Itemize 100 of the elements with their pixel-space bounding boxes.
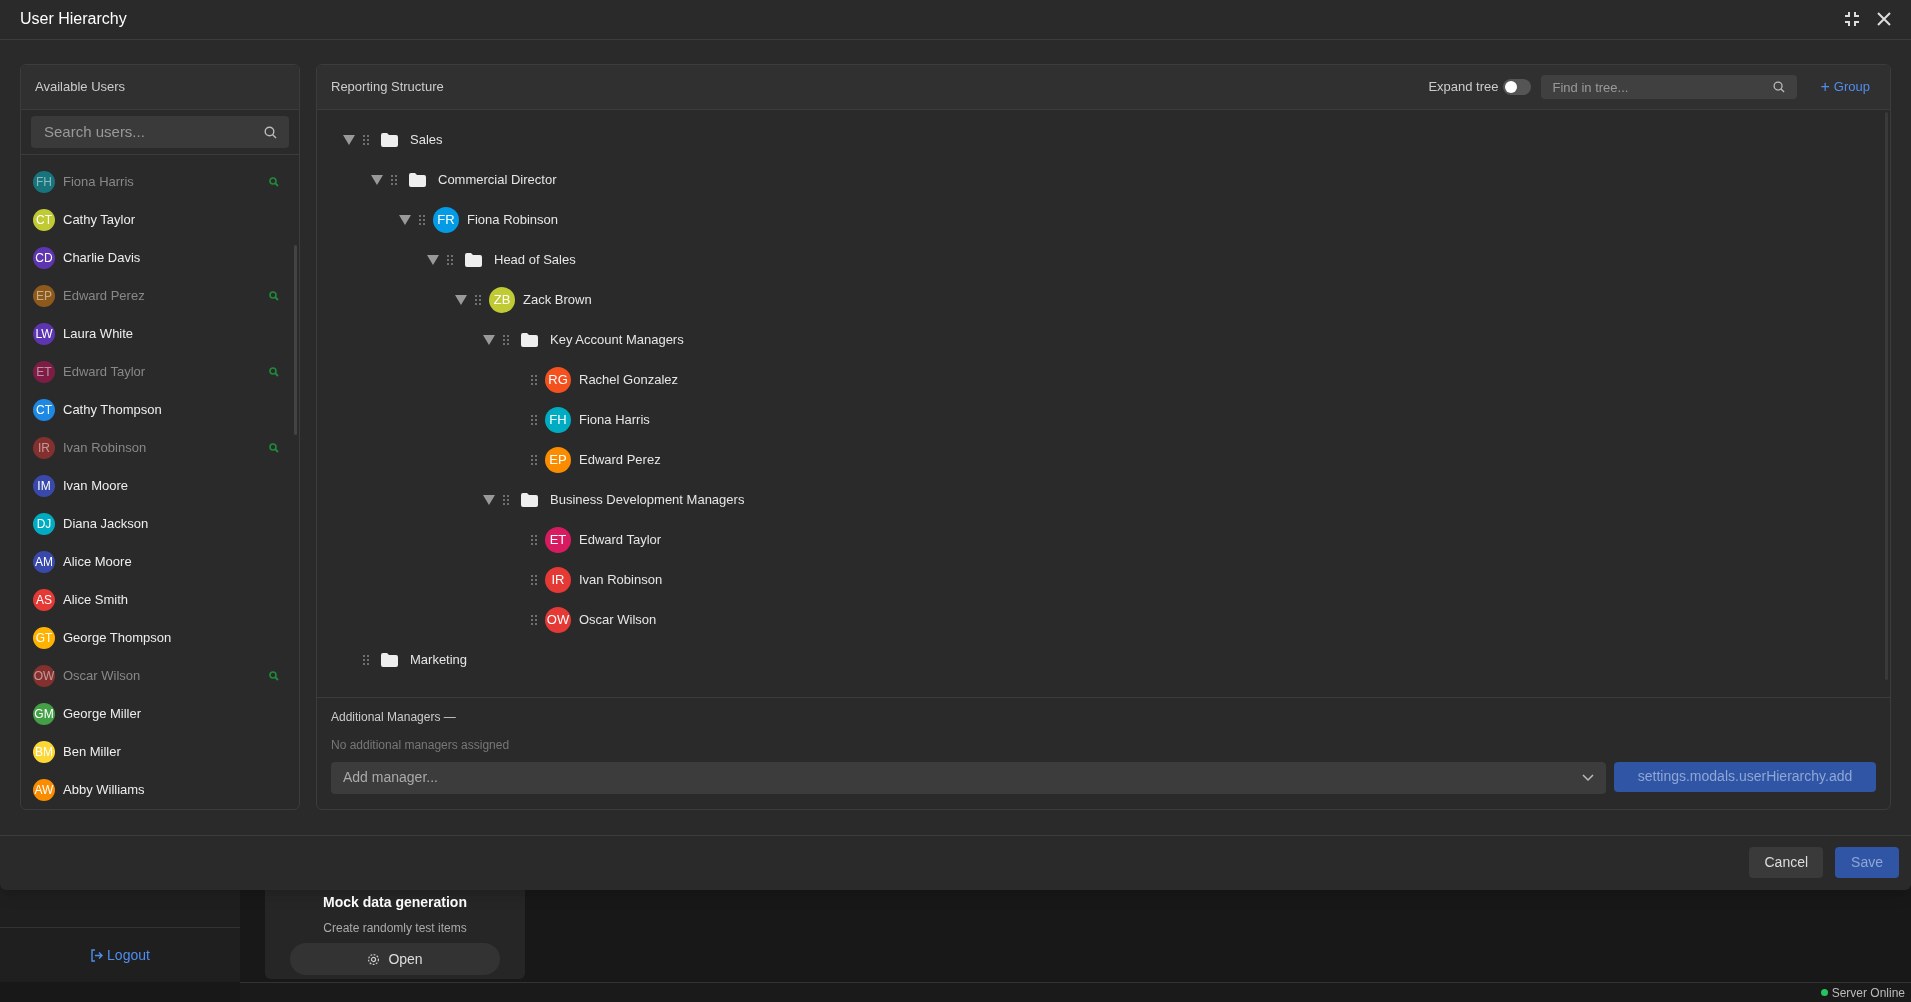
add-group-button[interactable]: + Group bbox=[1820, 77, 1870, 97]
user-item[interactable]: FH Fiona Harris bbox=[33, 162, 279, 201]
drag-handle-icon[interactable] bbox=[503, 334, 509, 345]
drag-handle-icon[interactable] bbox=[531, 574, 537, 585]
user-name[interactable]: Edward Perez bbox=[579, 450, 661, 470]
cancel-button[interactable]: Cancel bbox=[1749, 847, 1824, 879]
user-item[interactable]: OW Oscar Wilson bbox=[33, 656, 279, 695]
user-item[interactable]: CD Charlie Davis bbox=[33, 238, 279, 277]
avatar: BM bbox=[33, 740, 55, 763]
user-item[interactable]: CT Cathy Thompson bbox=[33, 390, 279, 429]
search-field[interactable]: Search users... bbox=[31, 115, 289, 148]
manager-select[interactable]: Add manager... bbox=[331, 761, 1606, 794]
user-item[interactable]: IR Ivan Robinson bbox=[33, 428, 279, 467]
user-item[interactable]: GT George Thompson bbox=[33, 618, 279, 657]
drag-handle-icon[interactable] bbox=[531, 414, 537, 425]
close-icon[interactable] bbox=[1877, 12, 1891, 27]
user-name: Ben Miller bbox=[63, 743, 122, 762]
avatar: ET bbox=[33, 360, 55, 383]
panel-title: Available Users bbox=[35, 78, 126, 97]
folder-icon bbox=[465, 252, 482, 267]
drag-handle-icon[interactable] bbox=[419, 214, 425, 225]
user-name: Abby Williams bbox=[63, 781, 146, 800]
find-field[interactable]: Find in tree... bbox=[1540, 75, 1797, 100]
group-name[interactable]: Key Account Managers bbox=[550, 330, 684, 350]
logout-icon bbox=[90, 948, 104, 962]
user-name: Ivan Robinson bbox=[63, 439, 148, 458]
user-item[interactable]: AS Alice Smith bbox=[33, 580, 279, 619]
caret-down-icon[interactable] bbox=[343, 134, 355, 145]
avatar: FR bbox=[433, 206, 459, 233]
drag-handle-icon[interactable] bbox=[531, 454, 537, 465]
avatar: DJ bbox=[33, 512, 55, 535]
logout-link[interactable]: Logout bbox=[90, 944, 150, 966]
user-name: Diana Jackson bbox=[63, 515, 150, 534]
caret-down-icon[interactable] bbox=[455, 294, 467, 305]
user-name[interactable]: Edward Taylor bbox=[579, 530, 662, 550]
user-item[interactable]: AW Abby Williams bbox=[33, 770, 279, 809]
status-text: Server Online bbox=[1831, 984, 1905, 1002]
group-name[interactable]: Commercial Director bbox=[438, 170, 557, 190]
user-item[interactable]: CT Cathy Taylor bbox=[33, 200, 279, 239]
caret-down-icon[interactable] bbox=[371, 174, 383, 185]
locate-icon[interactable] bbox=[269, 176, 279, 187]
user-item[interactable]: EP Edward Perez bbox=[33, 276, 279, 315]
panel-title: Reporting Structure bbox=[331, 78, 445, 97]
caret-down-icon[interactable] bbox=[483, 494, 495, 505]
user-item[interactable]: GM George Miller bbox=[33, 694, 279, 733]
locate-icon[interactable] bbox=[269, 670, 279, 681]
avatar: IR bbox=[545, 566, 571, 593]
avatar: IM bbox=[33, 474, 55, 497]
open-button[interactable]: Open bbox=[290, 943, 500, 975]
drag-handle-icon[interactable] bbox=[447, 254, 453, 265]
drag-handle-icon[interactable] bbox=[531, 374, 537, 385]
user-item[interactable]: IM Ivan Moore bbox=[33, 466, 279, 505]
folder-icon bbox=[381, 652, 398, 667]
user-name[interactable]: Zack Brown bbox=[523, 290, 592, 310]
user-name[interactable]: Fiona Robinson bbox=[467, 210, 559, 230]
caret-down-icon[interactable] bbox=[427, 254, 439, 265]
folder-icon bbox=[381, 132, 398, 147]
locate-icon[interactable] bbox=[269, 366, 279, 377]
avatar: ZB bbox=[489, 286, 515, 313]
chevron-down-icon bbox=[1582, 773, 1594, 782]
folder-icon bbox=[521, 332, 538, 347]
user-name[interactable]: Ivan Robinson bbox=[579, 570, 663, 590]
drag-handle-icon[interactable] bbox=[503, 494, 509, 505]
window-title: User Hierarchy bbox=[20, 9, 128, 30]
group-name[interactable]: Marketing bbox=[410, 650, 468, 670]
user-item[interactable]: ET Edward Taylor bbox=[33, 352, 279, 391]
expand-toggle[interactable] bbox=[1502, 78, 1531, 95]
section-title: Additional Managers — bbox=[331, 708, 457, 726]
avatar: OW bbox=[33, 664, 55, 687]
locate-icon[interactable] bbox=[269, 290, 279, 301]
avatar: AM bbox=[33, 550, 55, 573]
user-item[interactable]: AM Alice Moore bbox=[33, 542, 279, 581]
user-name: Cathy Thompson bbox=[63, 401, 163, 420]
drag-handle-icon[interactable] bbox=[391, 174, 397, 185]
drag-handle-icon[interactable] bbox=[363, 654, 369, 665]
locate-icon[interactable] bbox=[269, 442, 279, 453]
user-name[interactable]: Rachel Gonzalez bbox=[579, 370, 678, 390]
drag-handle-icon[interactable] bbox=[531, 534, 537, 545]
drag-handle-icon[interactable] bbox=[531, 614, 537, 625]
collapse-icon[interactable] bbox=[1844, 11, 1860, 28]
user-name[interactable]: Fiona Harris bbox=[579, 410, 650, 430]
avatar: RG bbox=[545, 366, 571, 393]
caret-down-icon[interactable] bbox=[483, 334, 495, 345]
user-item[interactable]: BM Ben Miller bbox=[33, 732, 279, 771]
group-name[interactable]: Sales bbox=[410, 130, 443, 150]
search-icon bbox=[264, 125, 277, 139]
avatar: CT bbox=[33, 208, 55, 231]
user-item[interactable]: LW Laura White bbox=[33, 314, 279, 353]
user-name: Fiona Harris bbox=[63, 173, 135, 192]
drag-handle-icon[interactable] bbox=[363, 134, 369, 145]
drag-handle-icon[interactable] bbox=[475, 294, 481, 305]
toggle-label: Expand tree bbox=[1428, 78, 1499, 97]
user-name: Edward Perez bbox=[63, 287, 146, 306]
user-item[interactable]: DJ Diana Jackson bbox=[33, 504, 279, 543]
gear-icon bbox=[367, 952, 381, 966]
group-name[interactable]: Head of Sales bbox=[494, 250, 576, 270]
avatar: GM bbox=[33, 702, 55, 725]
user-name[interactable]: Oscar Wilson bbox=[579, 610, 657, 630]
caret-down-icon[interactable] bbox=[399, 214, 411, 225]
group-name[interactable]: Business Development Managers bbox=[550, 490, 745, 510]
